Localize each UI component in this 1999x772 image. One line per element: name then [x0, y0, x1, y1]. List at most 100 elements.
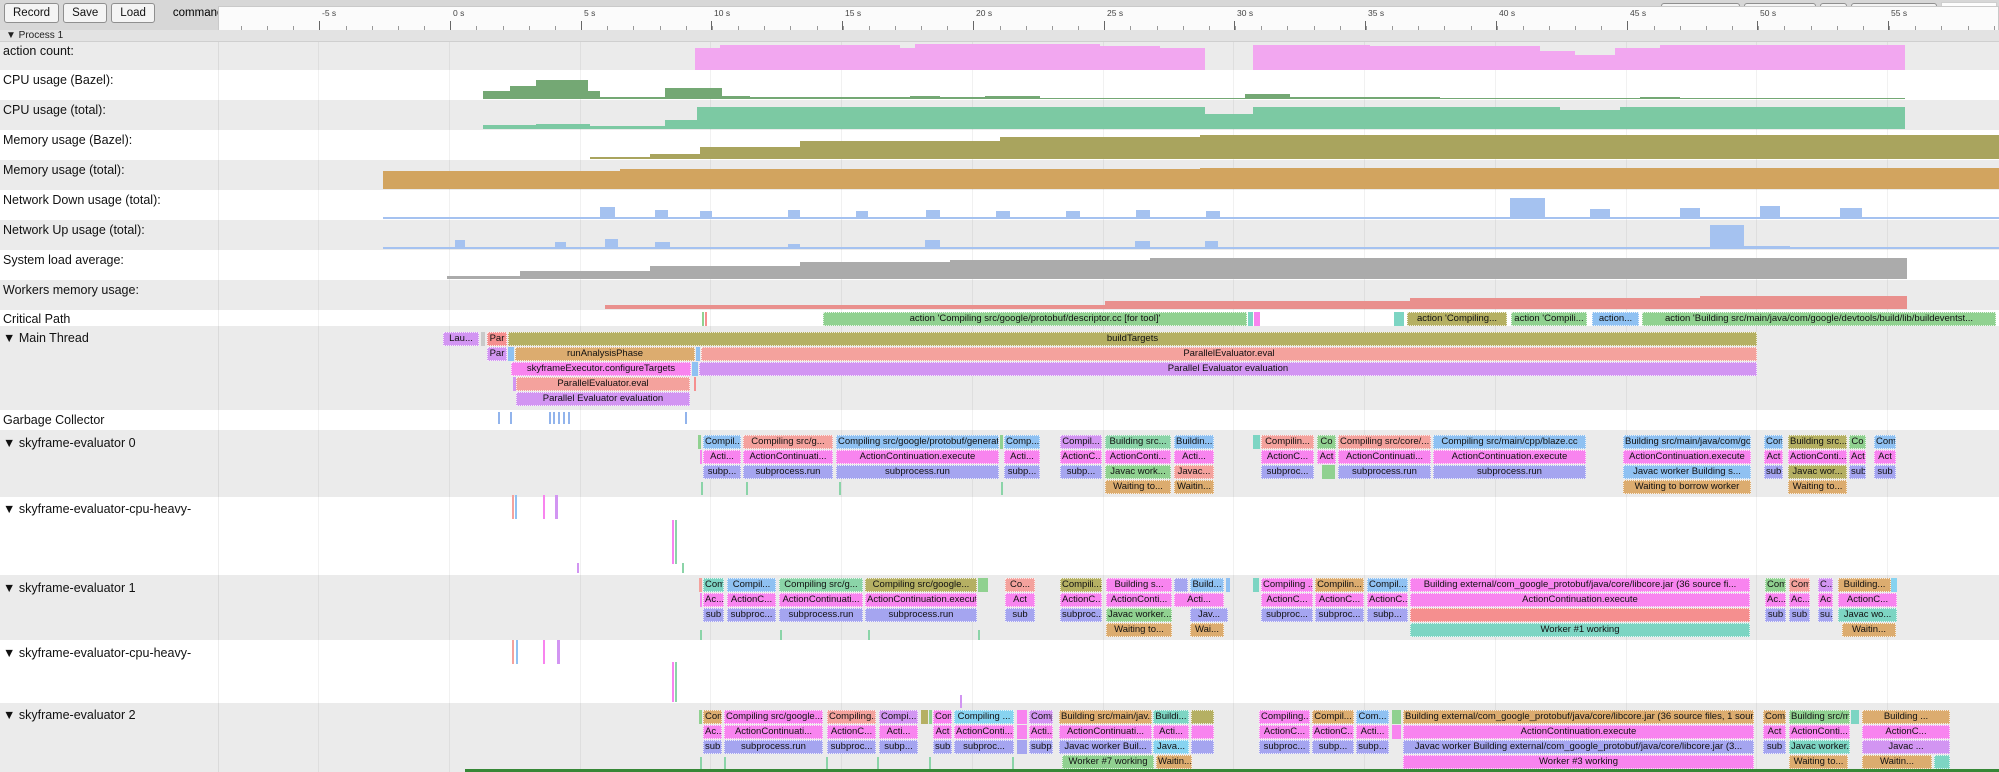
event-block-javac-worker-buil[interactable]: Javac worker Buil...	[1059, 740, 1152, 754]
event-block-compiling[interactable]: Compiling ...	[954, 710, 1014, 724]
event-block-acti[interactable]: Acti...	[1174, 450, 1214, 464]
event-block-act[interactable]: Act	[1317, 450, 1336, 464]
event-block-subproc[interactable]: subproc...	[954, 740, 1014, 754]
event-block-subp[interactable]: subp...	[879, 740, 918, 754]
event-block-buildi[interactable]: Buildi...	[1153, 710, 1189, 724]
event-block-subprocess-run[interactable]: subprocess.run	[1433, 465, 1586, 479]
event-block-build[interactable]: Build...	[1190, 578, 1224, 592]
event-block-subprocess-run[interactable]: subprocess.run	[779, 608, 863, 622]
event-block[interactable]	[1891, 578, 1897, 592]
event-block-parallelevaluator-eval[interactable]: ParallelEvaluator.eval	[516, 377, 690, 391]
event-tick[interactable]	[510, 412, 512, 424]
event-block-action[interactable]: action...	[1592, 312, 1639, 326]
event-block-waitin[interactable]: Waitin...	[1174, 480, 1214, 494]
event-block-subprocess-run[interactable]: subprocess.run	[724, 740, 823, 754]
event-block-building-src[interactable]: Building src...	[1105, 435, 1171, 449]
event-block-javac-worker[interactable]: Javac worker...	[1106, 608, 1172, 622]
event-tick[interactable]	[577, 563, 579, 573]
event-block-subprocess-run[interactable]: subprocess.run	[836, 465, 999, 479]
event-block-ac[interactable]: Ac...	[1818, 593, 1833, 607]
event-block[interactable]	[1392, 725, 1401, 739]
event-block-actionc[interactable]: ActionC...	[727, 593, 776, 607]
event-block[interactable]	[699, 710, 702, 724]
event-tick[interactable]	[672, 662, 674, 702]
event-block-subp[interactable]: subp...	[1367, 608, 1408, 622]
event-block[interactable]	[699, 578, 702, 592]
event-block-com[interactable]: Com	[1874, 435, 1896, 449]
event-block-subproc[interactable]: subproc...	[1315, 608, 1364, 622]
event-block-parallel-evaluator-evaluation[interactable]: Parallel Evaluator evaluation	[699, 362, 1757, 376]
event-block-act[interactable]: Act	[1874, 450, 1896, 464]
event-block-sub[interactable]: sub	[1763, 740, 1786, 754]
event-block-action-building-src-main-java-com-google[interactable]: action 'Building src/main/java/com/googl…	[1642, 312, 1996, 326]
event-block-acti[interactable]: Acti...	[1029, 725, 1053, 739]
event-block-wai[interactable]: Wai...	[1190, 623, 1224, 637]
event-block-compiling-src-g[interactable]: Compiling src/g...	[779, 578, 863, 592]
event-block-java[interactable]: Java...	[1153, 740, 1189, 754]
time-ruler[interactable]: -5 s0 s5 s10 s15 s20 s25 s30 s35 s40 s45…	[218, 6, 1999, 31]
event-block-actionconti[interactable]: ActionConti...	[1788, 450, 1847, 464]
event-block-building[interactable]: Building ...	[1862, 710, 1950, 724]
event-block[interactable]	[1253, 578, 1259, 592]
event-block-actioncontinuation-execute[interactable]: ActionContinuation.execute	[1403, 725, 1754, 739]
event-block-par[interactable]: Par	[487, 347, 507, 361]
event-tick[interactable]	[1001, 482, 1003, 495]
event-block-compili[interactable]: Compili...	[1060, 578, 1102, 592]
event-block[interactable]	[696, 347, 700, 361]
event-block[interactable]	[1392, 710, 1401, 724]
event-block-actioncontinuation-execute[interactable]: ActionContinuation.execute	[1433, 450, 1586, 464]
event-block-actionc[interactable]: ActionC...	[1261, 593, 1313, 607]
event-block-actioncontinuati[interactable]: ActionContinuati...	[779, 593, 863, 607]
timeline-canvas[interactable]: action 'Compiling src/google/protobuf/de…	[0, 0, 1999, 772]
event-block-ac[interactable]: Ac...	[703, 593, 724, 607]
event-tick[interactable]	[543, 495, 545, 519]
event-block-subproc[interactable]: subproc...	[1261, 608, 1313, 622]
event-tick[interactable]	[682, 563, 684, 573]
event-block[interactable]	[1000, 435, 1003, 449]
event-block-action-compili[interactable]: action 'Compili...	[1511, 312, 1587, 326]
track-band-garbage-collector[interactable]	[0, 410, 1999, 430]
event-block-sub[interactable]: sub	[703, 608, 724, 622]
event-block-compilin[interactable]: Compilin...	[1261, 435, 1314, 449]
event-block-actionconti[interactable]: ActionConti...	[1105, 450, 1171, 464]
event-block-acti[interactable]: Acti...	[1174, 593, 1224, 607]
event-block-action-compiling[interactable]: action 'Compiling...	[1407, 312, 1507, 326]
event-block-javac-wor[interactable]: Javac wor...	[1788, 465, 1847, 479]
event-block-parallelevaluator-eval[interactable]: ParallelEvaluator.eval	[701, 347, 1757, 361]
event-block-acti[interactable]: Acti...	[703, 450, 741, 464]
toolbar-button-save[interactable]: Save	[63, 3, 107, 23]
event-tick[interactable]	[672, 520, 674, 564]
event-tick[interactable]	[549, 412, 551, 424]
event-tick[interactable]	[498, 412, 500, 424]
event-block-actioncontinuation-execute[interactable]: ActionContinuation.execute	[1623, 450, 1751, 464]
event-block-actionc[interactable]: ActionC...	[1367, 593, 1408, 607]
event-tick[interactable]	[700, 630, 702, 640]
event-block-compiling-src-main-cpp-blaze-cc[interactable]: Compiling src/main/cpp/blaze.cc	[1433, 435, 1586, 449]
event-block[interactable]	[1253, 435, 1260, 449]
event-block-lau[interactable]: Lau...	[443, 332, 479, 346]
event-block[interactable]	[1017, 725, 1027, 739]
event-block-waiting-to[interactable]: Waiting to...	[1788, 480, 1847, 494]
event-tick[interactable]	[516, 640, 518, 664]
event-block[interactable]	[702, 312, 704, 326]
event-block-act[interactable]: Act	[1005, 593, 1035, 607]
event-block-subprocess-run[interactable]: subprocess.run	[865, 608, 977, 622]
track-expander-skyframe-evaluator-cpu-heavy[interactable]: ▼ skyframe-evaluator-cpu-heavy-	[3, 646, 191, 660]
event-block-act[interactable]: Act	[1849, 450, 1866, 464]
event-block-com[interactable]: Com	[1764, 435, 1783, 449]
event-block-actionconti[interactable]: ActionConti...	[1106, 593, 1172, 607]
event-block-actioncontinuation-execute[interactable]: ActionContinuation.execute	[836, 450, 999, 464]
event-tick[interactable]	[555, 495, 558, 519]
event-block-acti[interactable]: Acti...	[879, 725, 918, 739]
event-tick[interactable]	[780, 630, 782, 640]
event-tick[interactable]	[701, 482, 703, 495]
event-block-javac-wo[interactable]: Javac wo...	[1838, 608, 1897, 622]
event-block-com[interactable]: Com	[703, 710, 722, 724]
event-block[interactable]	[508, 347, 514, 361]
event-block[interactable]	[1226, 578, 1230, 592]
event-tick[interactable]	[685, 412, 687, 424]
event-tick[interactable]	[568, 412, 570, 424]
event-block-acti[interactable]: Acti...	[1153, 725, 1189, 739]
track-expander-skyframe-evaluator-2[interactable]: ▼ skyframe-evaluator 2	[3, 708, 136, 722]
event-block-buildin[interactable]: Buildin...	[1174, 435, 1214, 449]
